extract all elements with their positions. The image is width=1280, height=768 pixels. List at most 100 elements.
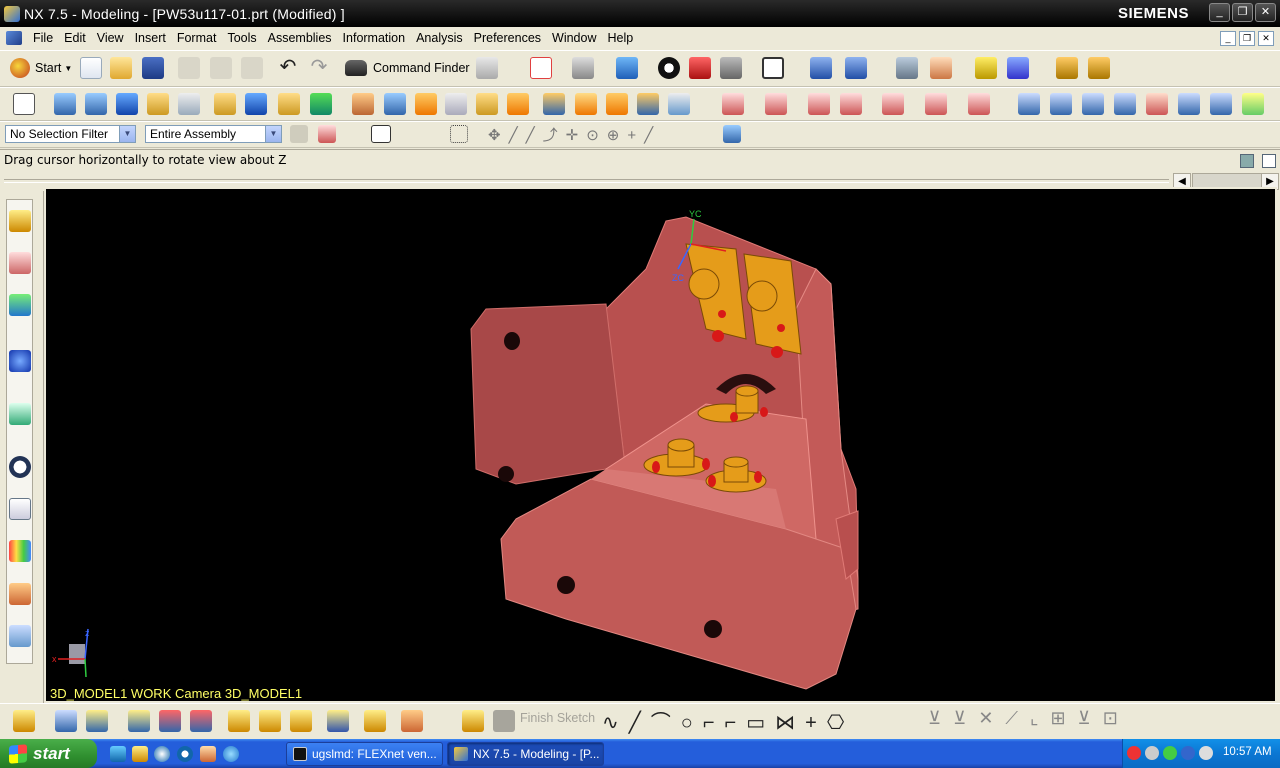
subtract-icon[interactable] [384, 93, 406, 115]
revolve-icon[interactable] [85, 93, 107, 115]
select-all-icon[interactable] [318, 125, 336, 143]
snap-point-icons[interactable]: ✥╱╱⤴✛⊙⊕+╱ [488, 124, 661, 145]
pad-icon[interactable] [214, 93, 236, 115]
menu-edit[interactable]: Edit [59, 31, 92, 45]
split-body-icon[interactable] [637, 93, 659, 115]
tray-volume-icon[interactable] [1199, 746, 1213, 760]
new-file-icon[interactable] [80, 57, 102, 79]
sequence-icon[interactable] [401, 710, 423, 732]
graphics-window[interactable]: YC ZC z x 3D_MODEL1 WORK Camera 3D_MODEL… [44, 187, 1277, 703]
quicklaunch-explorer-icon[interactable] [132, 746, 148, 762]
copy-icon[interactable] [210, 57, 232, 79]
tray-network-icon[interactable] [1145, 746, 1159, 760]
bracket-model[interactable]: YC ZC z x [46, 189, 1277, 703]
selection-filter-dropdown[interactable]: No Selection Filter ▼ [5, 125, 136, 143]
menu-insert[interactable]: Insert [130, 31, 172, 45]
new-component-icon[interactable] [86, 710, 108, 732]
remember-constraints-icon[interactable] [290, 710, 312, 732]
quicklaunch-desktop-icon[interactable] [110, 746, 126, 762]
menu-tools[interactable]: Tools [222, 31, 262, 45]
sew-icon[interactable] [1146, 93, 1168, 115]
wcs-orient-icon[interactable] [845, 57, 867, 79]
wcs-icon[interactable] [810, 57, 832, 79]
doc-minimize-button[interactable]: _ [1220, 31, 1236, 46]
play-icon[interactable] [1007, 57, 1029, 79]
shell-icon[interactable] [476, 93, 498, 115]
start-menu-button[interactable]: Start ▼ [10, 57, 72, 79]
status-window-icon[interactable] [1262, 154, 1276, 168]
add-component-icon[interactable] [55, 710, 77, 732]
roles-icon[interactable] [9, 583, 31, 605]
constraint-navigator-icon[interactable] [9, 252, 31, 274]
nx-app-icon[interactable] [4, 5, 20, 22]
trim-body-icon[interactable] [606, 93, 628, 115]
save-icon[interactable] [142, 57, 164, 79]
snap-point-icon[interactable] [930, 57, 952, 79]
component-array-icon[interactable] [128, 710, 150, 732]
undo-icon[interactable]: ↶ [277, 57, 299, 79]
assembly-constraints-icon[interactable] [228, 710, 250, 732]
delete-face-icon[interactable] [882, 93, 904, 115]
rib-icon[interactable] [278, 93, 300, 115]
tray-update-icon[interactable] [1163, 746, 1177, 760]
block-icon[interactable] [116, 93, 138, 115]
select-faces-icon[interactable] [371, 125, 391, 143]
reuse-library-icon[interactable] [9, 350, 31, 372]
pocket-icon[interactable] [245, 93, 267, 115]
sketch-curve-icons[interactable]: ∿╱⌒○⌐⌐▭⋈+⎔ [602, 706, 854, 735]
menu-window[interactable]: Window [547, 31, 602, 45]
bounded-plane-icon[interactable] [1114, 93, 1136, 115]
menu-information[interactable]: Information [338, 31, 412, 45]
selection-scope-dropdown[interactable]: Entire Assembly ▼ [145, 125, 282, 143]
quicklaunch-app-icon[interactable] [200, 746, 216, 762]
menu-view[interactable]: View [92, 31, 130, 45]
quicklaunch-ie-icon[interactable] [223, 746, 239, 762]
maximize-button[interactable]: ❐ [1232, 3, 1253, 22]
n-sided-icon[interactable] [1210, 93, 1232, 115]
palette-icon[interactable] [9, 540, 31, 562]
blend-icon[interactable] [507, 93, 529, 115]
analysis-icon[interactable] [975, 57, 997, 79]
chamfer-icon[interactable] [543, 93, 565, 115]
sketch-icon[interactable] [13, 93, 35, 115]
menu-analysis[interactable]: Analysis [411, 31, 469, 45]
shaded-cube-icon[interactable] [616, 57, 638, 79]
measure-distance-icon[interactable] [1056, 57, 1078, 79]
move-component-icon[interactable] [190, 710, 212, 732]
close-button[interactable]: ✕ [1255, 3, 1276, 22]
tray-app-icon[interactable] [1181, 746, 1195, 760]
open-folder-icon[interactable] [110, 57, 132, 79]
hole-icon[interactable] [147, 93, 169, 115]
quicklaunch-browser-icon[interactable] [177, 746, 193, 762]
menu-format[interactable]: Format [172, 31, 223, 45]
sketch-task-icon[interactable] [462, 710, 484, 732]
thicken-icon[interactable] [668, 93, 690, 115]
sketch-edit-icons[interactable]: ⊻⊻✕⟋⌞⊞⊻⊡ [928, 708, 1130, 729]
pattern-icon[interactable] [722, 93, 744, 115]
display-mode-icon[interactable] [720, 57, 742, 79]
layer-settings-icon[interactable] [896, 57, 918, 79]
doc-restore-button[interactable]: ❐ [1239, 31, 1255, 46]
show-degrees-icon[interactable] [259, 710, 281, 732]
section-view-icon[interactable] [689, 57, 711, 79]
exploded-views-icon[interactable] [327, 710, 349, 732]
taskbar-item-nx[interactable]: NX 7.5 - Modeling - [P... [447, 742, 604, 766]
history-icon[interactable] [9, 456, 31, 478]
unite-icon[interactable] [352, 93, 374, 115]
general-selection-icon[interactable] [290, 125, 308, 143]
move-face-icon[interactable] [808, 93, 830, 115]
command-finder-button[interactable]: Command Finder [345, 58, 470, 78]
resize-icon[interactable] [925, 93, 947, 115]
quick-pick-icon[interactable] [723, 125, 741, 143]
offset-face-icon[interactable] [445, 93, 467, 115]
mirror-icon[interactable] [765, 93, 787, 115]
status-icon[interactable] [1240, 154, 1254, 168]
selection-tool-icon[interactable] [476, 57, 498, 79]
part-navigator-icon[interactable] [9, 294, 31, 316]
menu-help[interactable]: Help [603, 31, 640, 45]
replace-face-icon[interactable] [840, 93, 862, 115]
hd3d-tools-icon[interactable] [9, 403, 31, 425]
menu-file[interactable]: File [28, 31, 59, 45]
boss-icon[interactable] [178, 93, 200, 115]
quicklaunch-media-icon[interactable] [154, 746, 170, 762]
